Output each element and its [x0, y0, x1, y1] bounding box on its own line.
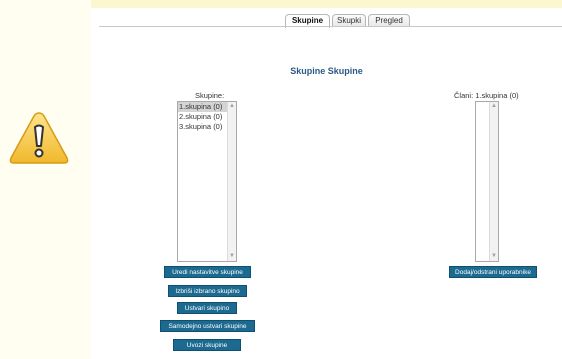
groups-listbox[interactable]: 1.skupina (0) 2.skupina (0) 3.skupina (0… [177, 101, 237, 262]
scroll-down-icon[interactable]: ▼ [490, 252, 498, 261]
tab-divider [99, 26, 562, 27]
members-scrollbar[interactable]: ▲ ▼ [489, 102, 498, 261]
scroll-down-icon[interactable]: ▼ [228, 252, 236, 261]
edit-group-settings-button[interactable]: Uredi nastavitve skupine [164, 266, 251, 278]
scroll-up-icon[interactable]: ▲ [228, 102, 236, 111]
members-label: Člani: 1.skupina (0) [454, 91, 519, 100]
import-groups-button[interactable]: Uvozi skupine [173, 339, 241, 351]
auto-create-groups-button[interactable]: Samodejno ustvari skupine [160, 320, 255, 332]
groups-scrollbar[interactable]: ▲ ▼ [227, 102, 236, 261]
top-strip [91, 0, 562, 8]
warning-icon [8, 110, 70, 166]
page-title: Skupine Skupine [290, 66, 363, 76]
members-listbox[interactable]: ▲ ▼ [475, 101, 499, 262]
delete-selected-group-button[interactable]: Izbriši izbrano skupino [168, 285, 247, 297]
scroll-up-icon[interactable]: ▲ [490, 102, 498, 111]
main-panel: Skupine Skupki Pregled Skupine Skupine S… [91, 0, 562, 359]
create-group-button[interactable]: Ustvari skupino [177, 302, 237, 314]
groups-label: Skupine: [195, 91, 225, 100]
add-remove-users-button[interactable]: Dodaj/odstrani uporabnike [449, 266, 537, 278]
